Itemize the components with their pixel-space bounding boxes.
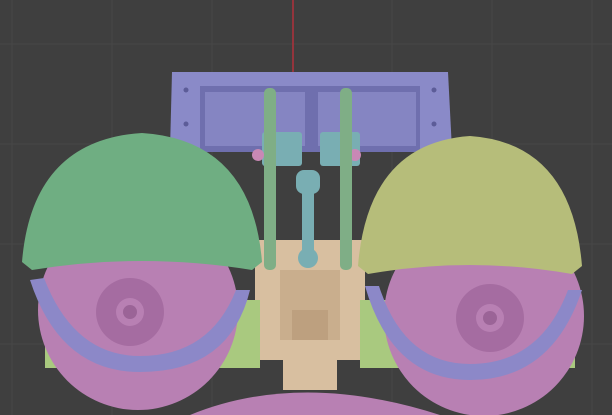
viewport-scene[interactable] xyxy=(0,0,612,415)
3d-viewport[interactable] xyxy=(0,0,612,415)
left-eye-assembly[interactable] xyxy=(22,133,262,410)
left-eyelid[interactable] xyxy=(22,133,262,270)
torso-shell[interactable] xyxy=(190,392,440,415)
head-frame[interactable] xyxy=(170,72,452,152)
